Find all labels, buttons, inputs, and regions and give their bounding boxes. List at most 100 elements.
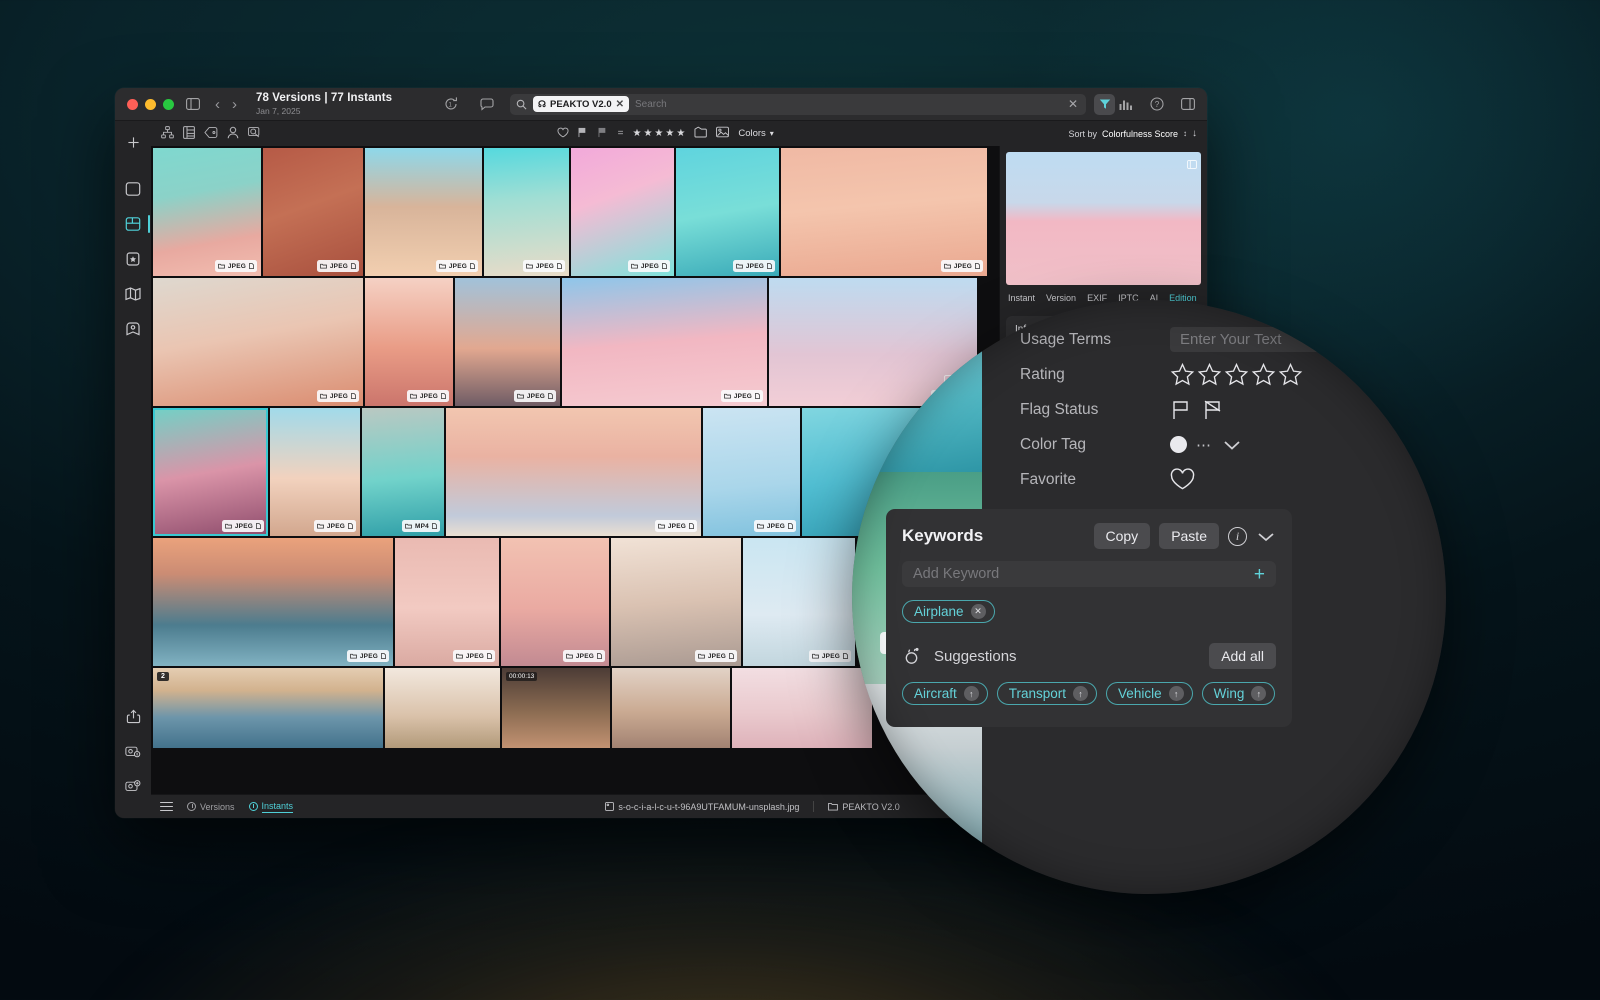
photo-cell[interactable]: JPEG [153,538,393,666]
star-5-icon[interactable] [1278,362,1303,387]
edited-filter-icon[interactable] [694,126,708,141]
info-icon[interactable]: i [1228,526,1247,546]
search-image-icon[interactable] [248,126,262,142]
photo-cell[interactable]: JPEG [743,538,855,666]
photo-cell[interactable]: JPEG [484,148,569,276]
suggestion-chip[interactable]: Vehicle ↑ [1106,682,1193,705]
remove-token-icon[interactable]: ✕ [616,99,624,110]
footer-tab-versions[interactable]: Versions [187,802,235,812]
photo-cell[interactable]: JPEG [703,408,800,536]
chevron-down-icon[interactable] [1221,438,1243,452]
keyword-chip[interactable]: Airplane ✕ [902,600,995,623]
star-4-icon[interactable] [1251,362,1276,387]
star-5[interactable]: ★ [676,128,685,139]
sort-stepper-icon[interactable]: ↕ [1183,129,1187,138]
minimize-window-button[interactable] [145,98,156,110]
filter-button[interactable] [1094,93,1115,115]
toggle-sidebar-icon[interactable] [182,93,204,115]
comment-icon[interactable] [476,93,498,115]
suggestion-chip[interactable]: Wing ↑ [1201,682,1276,705]
photo-cell[interactable]: JPEG [781,148,987,276]
photo-cell[interactable]: JPEG [395,538,499,666]
tag-icon[interactable] [204,126,218,142]
photo-cell-stack[interactable]: 2 [153,668,383,748]
add-suggestion-icon[interactable]: ↑ [1073,686,1089,701]
star-2[interactable]: ★ [643,128,652,139]
suggestion-chip[interactable]: Transport ↑ [996,682,1098,705]
preview-image[interactable] [1006,152,1201,285]
search-input[interactable]: Search [635,99,667,110]
sidebar-item-collections[interactable] [120,246,146,272]
photo-cell[interactable]: JPEG [153,278,363,406]
clear-search-icon[interactable]: ✕ [1068,97,1080,111]
color-tag-more-icon[interactable]: ⋯ [1196,436,1212,454]
star-3[interactable]: ★ [654,128,663,139]
copy-keywords-button[interactable]: Copy [1093,523,1151,549]
paste-keywords-button[interactable]: Paste [1159,523,1219,549]
add-photos-button[interactable] [120,773,146,799]
navigation-arrows[interactable]: ‹ › [210,97,242,112]
color-tag-swatch[interactable] [1170,436,1187,453]
star-1-icon[interactable] [1170,362,1195,387]
collapse-keywords-icon[interactable] [1256,530,1276,543]
sidebar-item-map-view[interactable] [120,281,146,307]
star-3-icon[interactable] [1224,362,1249,387]
add-suggestion-icon[interactable]: ↑ [1168,686,1184,701]
reject-filter-icon[interactable] [598,127,609,141]
sidebar-item-single-view[interactable] [120,176,146,202]
search-token-catalog[interactable]: ☊ PEAKTO V2.0 ✕ [533,96,629,112]
add-suggestion-icon[interactable]: ↑ [1251,686,1267,701]
photo-import-button[interactable] [120,738,146,764]
photo-cell-video[interactable]: MP4 [362,408,444,536]
rating-stars[interactable] [1170,362,1303,387]
photo-cell[interactable]: JPEG [365,148,482,276]
photo-cell[interactable]: JPEG [153,148,261,276]
remove-keyword-icon[interactable]: ✕ [970,604,986,619]
favorite-heart-icon[interactable] [1170,468,1195,491]
star-4[interactable]: ★ [665,128,674,139]
rating-equals-icon[interactable]: = [618,128,624,139]
person-icon[interactable] [227,126,239,142]
zoom-window-button[interactable] [163,98,174,110]
share-button[interactable] [120,703,146,729]
sync-icon[interactable]: 1 [440,93,462,115]
photo-cell[interactable]: JPEG [562,278,767,406]
sidebar-item-people-view[interactable] [120,316,146,342]
add-keyword-plus-icon[interactable]: + [1254,565,1265,584]
usage-terms-input[interactable]: Enter Your Text [1170,327,1428,352]
flag-pick-icon[interactable] [1170,399,1192,421]
sort-direction-icon[interactable]: ↓ [1192,128,1197,139]
window-traffic-lights[interactable] [123,98,182,110]
rating-filter-stars[interactable]: ★ ★ ★ ★ ★ [632,128,685,139]
star-2-icon[interactable] [1197,362,1222,387]
photo-cell-video[interactable]: 00:00:13 [502,668,610,748]
flag-reject-icon[interactable] [1202,399,1224,421]
close-window-button[interactable] [127,98,138,110]
add-all-button[interactable]: Add all [1209,643,1276,669]
help-icon[interactable]: ? [1146,93,1168,115]
star-1[interactable]: ★ [632,128,641,139]
menu-icon[interactable] [160,801,173,812]
photo-cell[interactable]: JPEG [676,148,779,276]
photo-cell[interactable]: JPEG [571,148,674,276]
footer-tab-instants[interactable]: Instants [248,801,294,813]
sort-control[interactable]: Sort by Colorfulness Score ↕ ↓ [1068,128,1197,139]
colors-dropdown[interactable]: Colors ▾ [738,128,773,139]
photo-cell[interactable] [732,668,872,748]
photo-cell[interactable] [612,668,730,748]
search-bar[interactable]: ☊ PEAKTO V2.0 ✕ Search ✕ [510,93,1086,115]
photo-cell[interactable]: JPEG [365,278,453,406]
table-view-icon[interactable] [183,125,195,142]
photo-cell[interactable]: JPEG [455,278,560,406]
photo-cell[interactable]: JPEG [270,408,360,536]
forward-icon[interactable]: › [227,97,242,112]
photo-cell[interactable]: JPEG [611,538,741,666]
flag-filter-icon[interactable] [578,127,589,141]
hierarchy-icon[interactable] [161,125,174,142]
photo-cell[interactable]: JPEG [501,538,609,666]
expand-preview-icon[interactable] [1187,156,1197,174]
photo-cell[interactable]: JPEG [446,408,701,536]
add-suggestion-icon[interactable]: ↑ [963,686,979,701]
sidebar-item-grid-view[interactable] [120,211,150,237]
toggle-inspector-icon[interactable] [1177,93,1199,115]
